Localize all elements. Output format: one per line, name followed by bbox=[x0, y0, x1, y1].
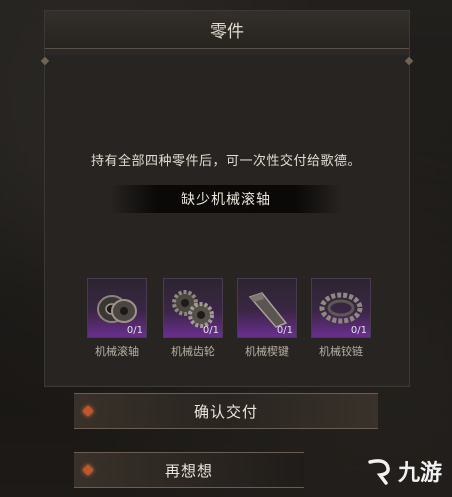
part-item[interactable]: 0/1 机械楔键 bbox=[234, 278, 300, 359]
part-name: 机械滚轴 bbox=[95, 345, 139, 358]
watermark: 九游 bbox=[364, 455, 442, 487]
part-name: 机械齿轮 bbox=[171, 345, 215, 358]
gem-ornament-icon bbox=[82, 405, 94, 417]
rethink-button-label: 再想想 bbox=[164, 461, 213, 480]
watermark-text: 九游 bbox=[397, 461, 442, 486]
rethink-button[interactable]: 再想想 bbox=[74, 452, 304, 488]
dialog-title: 零件 bbox=[210, 22, 244, 42]
missing-part-banner: 缺少机械滚轴 bbox=[110, 185, 342, 213]
part-name: 机械铰链 bbox=[319, 345, 363, 358]
gem-ornament-icon bbox=[82, 464, 94, 476]
confirm-delivery-button[interactable]: 确认交付 bbox=[74, 393, 378, 429]
part-slot[interactable]: 0/1 bbox=[87, 278, 147, 338]
part-slot[interactable]: 0/1 bbox=[237, 278, 297, 338]
part-slot[interactable]: 0/1 bbox=[163, 278, 223, 338]
confirm-button-label: 确认交付 bbox=[193, 402, 258, 421]
part-count: 0/1 bbox=[126, 325, 143, 336]
part-item[interactable]: 0/1 机械齿轮 bbox=[160, 278, 226, 359]
part-slot[interactable]: 0/1 bbox=[311, 278, 371, 338]
dialog-header: 零件 bbox=[45, 11, 409, 49]
part-count: 0/1 bbox=[350, 325, 367, 336]
part-name: 机械楔键 bbox=[245, 345, 289, 358]
part-count: 0/1 bbox=[202, 325, 219, 336]
part-count: 0/1 bbox=[276, 325, 293, 336]
jiuyou-logo-icon bbox=[368, 459, 390, 485]
missing-part-text: 缺少机械滚轴 bbox=[181, 192, 271, 208]
part-item[interactable]: 0/1 机械铰链 bbox=[308, 278, 374, 359]
part-item[interactable]: 0/1 机械滚轴 bbox=[84, 278, 150, 359]
parts-list: 0/1 机械滚轴 0/1 机械齿轮 0/1 机械楔键 0/1 机械铰链 bbox=[84, 278, 374, 358]
instruction-text: 持有全部四种零件后，可一次性交付给歌德。 bbox=[90, 154, 361, 169]
